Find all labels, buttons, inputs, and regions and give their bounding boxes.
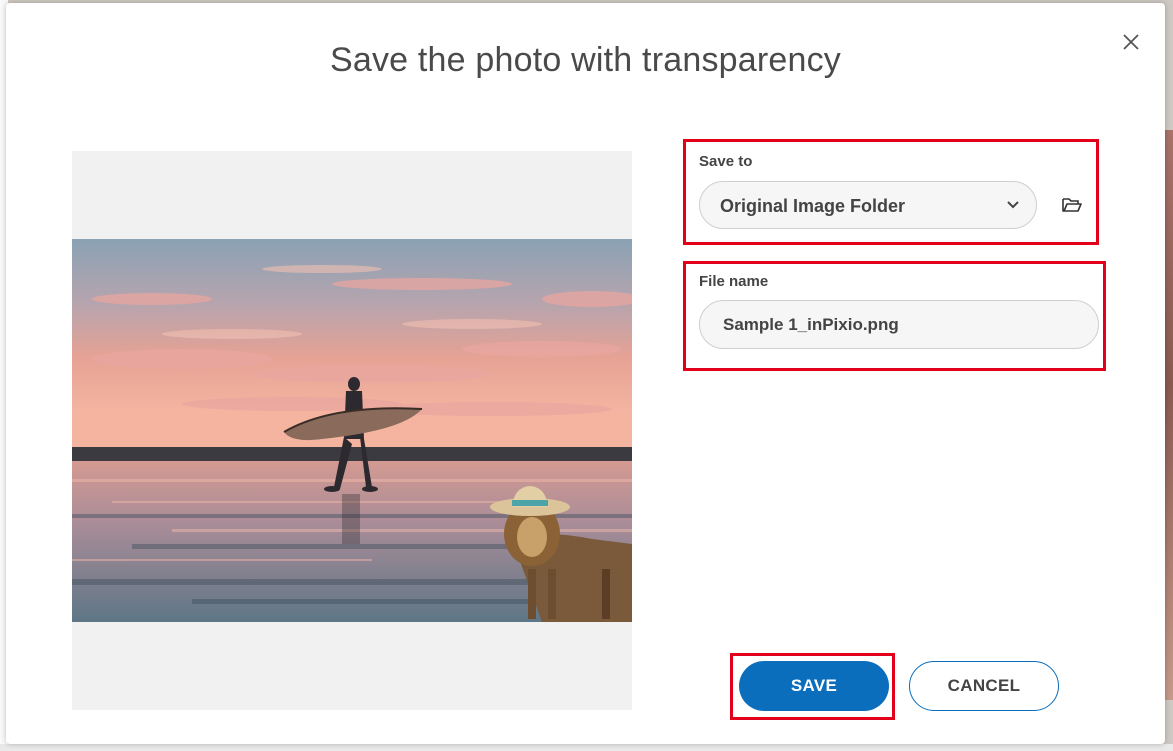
- folder-open-icon[interactable]: [1061, 195, 1083, 215]
- background-app-bottom: [0, 744, 1173, 751]
- save-to-dropdown[interactable]: Original Image Folder: [699, 181, 1037, 229]
- cancel-button[interactable]: CANCEL: [909, 661, 1059, 711]
- file-name-label: File name: [699, 273, 769, 290]
- chevron-down-icon: [1006, 198, 1020, 212]
- save-to-label: Save to: [699, 153, 753, 170]
- dialog-title: Save the photo with transparency: [329, 41, 842, 79]
- save-dialog: Save the photo with transparency Save to…: [6, 3, 1165, 744]
- save-to-selected-value: Original Image Folder: [720, 196, 906, 216]
- image-preview-area: [72, 151, 632, 710]
- close-icon[interactable]: [1119, 30, 1143, 54]
- file-name-input[interactable]: [699, 300, 1099, 349]
- save-button[interactable]: SAVE: [739, 661, 889, 711]
- background-app-right: [1165, 130, 1173, 700]
- photo-preview: [72, 239, 632, 622]
